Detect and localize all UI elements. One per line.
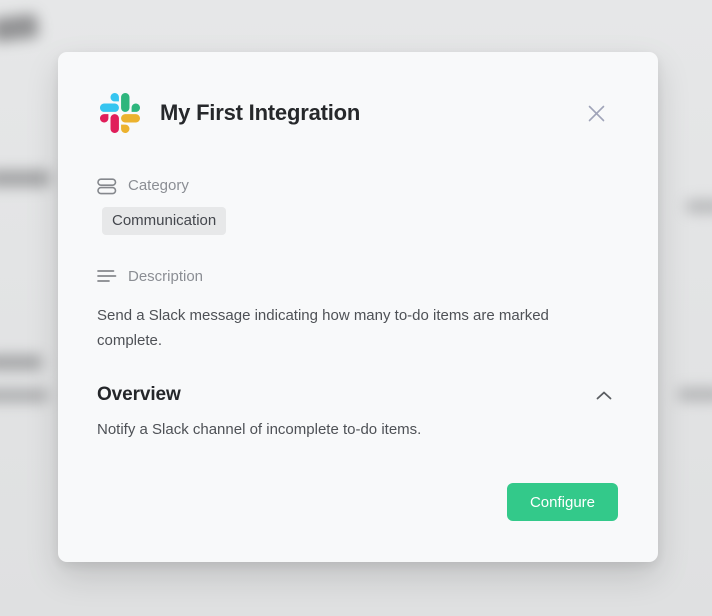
description-row: Description: [97, 268, 618, 285]
blurred-background-content: [0, 389, 48, 402]
overview-heading: Overview: [97, 384, 181, 405]
category-label: Category: [128, 177, 189, 194]
modal-header: My First Integration: [97, 93, 618, 133]
category-value-badge: Communication: [102, 207, 227, 235]
description-text: Send a Slack message indicating how many…: [97, 307, 549, 349]
overview-text: Notify a Slack channel of incomplete to-…: [97, 421, 422, 438]
slack-logo-icon: [100, 93, 140, 133]
configure-button[interactable]: Configure: [506, 483, 618, 521]
blurred-background-content: [0, 13, 40, 43]
blurred-background-content: [0, 170, 50, 187]
close-icon[interactable]: [583, 100, 609, 126]
blurred-background-content: [678, 388, 712, 401]
blurred-background-content: [0, 355, 42, 370]
description-label: Description: [128, 268, 204, 285]
description-lines-icon: [97, 269, 117, 285]
modal-title: My First Integration: [160, 100, 361, 125]
blurred-background-content: [686, 200, 712, 213]
modal-footer: Configure: [58, 483, 618, 521]
category-row: Category: [97, 177, 618, 194]
category-stack-icon: [97, 177, 117, 194]
chevron-up-icon[interactable]: [592, 383, 616, 407]
overview-section-header: Overview: [97, 383, 618, 407]
integration-detail-modal: My First Integration Category Communicat…: [58, 52, 658, 562]
